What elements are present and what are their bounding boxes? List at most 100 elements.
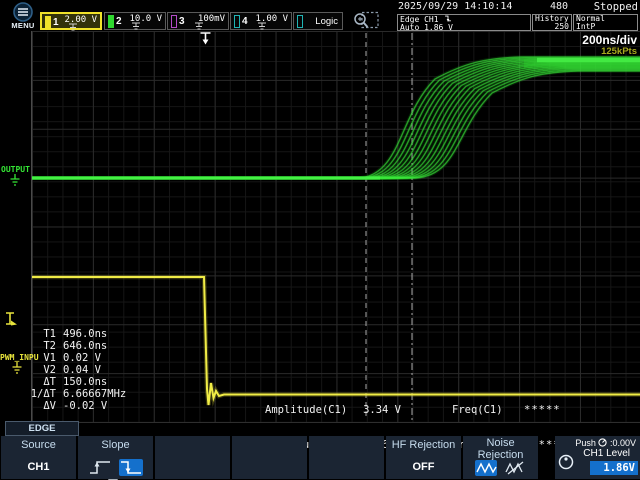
hamburger-icon xyxy=(13,2,33,22)
channel3-number: 3 xyxy=(179,16,185,27)
cursor-readout: T1 496.0ns T2 646.0ns V1 0.02 V V2 0.04 V ΔT… xyxy=(2,328,127,412)
slope-falling-button[interactable] xyxy=(118,459,143,476)
trigger-level-marker[interactable] xyxy=(4,311,18,327)
source-label: Source xyxy=(21,439,56,451)
push-hint: Push :0.00V xyxy=(575,438,636,448)
ch2-output-trace xyxy=(32,63,640,179)
softkey-hf-rejection[interactable]: HF Rejection OFF xyxy=(386,436,461,479)
slope-label: Slope xyxy=(101,439,130,451)
ch2-output-trace xyxy=(32,57,640,179)
softkey-noise-rejection: Noise Rejection xyxy=(463,436,538,479)
channel1-color-bar xyxy=(45,16,51,29)
coupling-icon xyxy=(132,22,140,30)
hf-rejection-label: HF Rejection xyxy=(391,439,456,451)
ch2-output-trace-glow xyxy=(32,55,640,180)
ch2-output-trace-glow xyxy=(32,68,640,180)
ch2-output-trace xyxy=(32,58,640,179)
menu-button[interactable]: MENU xyxy=(7,2,39,30)
channel4-color-bar xyxy=(234,15,240,28)
softkey-empty-2 xyxy=(232,436,307,479)
ch2-output-trace xyxy=(32,61,640,179)
ch2-output-trace-glow xyxy=(32,59,640,180)
channel2-color-bar xyxy=(108,15,114,28)
channel3-color-bar xyxy=(171,15,177,28)
softkey-empty-3 xyxy=(309,436,384,479)
trigger-level-value[interactable]: 1.86V xyxy=(590,461,638,475)
noise-rejection-label-1: Noise xyxy=(486,437,515,449)
channel-box-4[interactable]: 4 1.00 V xyxy=(230,12,292,30)
ch2-output-trace-glow xyxy=(32,62,640,180)
readout-line: ΔT 150.0ns xyxy=(43,376,108,388)
ch2-output-trace-glow xyxy=(32,64,640,180)
datetime: 2025/09/29 14:10:14 xyxy=(398,1,513,12)
level-knob-panel: Push :0.00V CH1 Level 1.86V xyxy=(555,436,640,479)
trigger-settings-box[interactable]: Edge CH1 Auto 1.86 V xyxy=(397,14,531,32)
oscilloscope-screen: MENU 1 2.00 V 2 10.0 V 3 100mV 4 1.00 V … xyxy=(0,0,640,480)
trigger-menu-tab: EDGE xyxy=(5,421,79,436)
logic-label: Logic xyxy=(315,16,338,27)
acquisition-count: 480 xyxy=(549,1,568,12)
channel1-number: 1 xyxy=(53,17,59,28)
coupling-icon xyxy=(258,22,266,30)
history-box[interactable]: History 250 xyxy=(532,14,572,31)
ch2-output-trace xyxy=(32,64,640,179)
source-value: CH1 xyxy=(27,461,50,473)
coupling-icon xyxy=(69,23,77,31)
ch2-ground-icon xyxy=(10,174,20,186)
readout-line: V1 0.02 V xyxy=(43,352,101,364)
ch2-output-trace-glow xyxy=(32,67,640,180)
coupling-icon xyxy=(195,22,203,30)
acquisition-mode-box[interactable]: Normal IntP 62.5GS/s xyxy=(573,14,638,39)
ch2-output-trace xyxy=(32,68,640,179)
readout-line: T2 646.0ns xyxy=(43,340,108,352)
readout-line: ΔV -0.02 V xyxy=(43,400,108,412)
wave-crossed-icon xyxy=(505,461,524,475)
ch2-output-trace xyxy=(32,69,640,179)
channel2-number: 2 xyxy=(116,16,122,27)
run-state: Stopped xyxy=(593,1,638,13)
history-value: 250 xyxy=(554,22,569,31)
timebase-readout: 200ns/div xyxy=(582,33,637,47)
hf-rejection-value: OFF xyxy=(412,461,435,473)
noise-reject-low-button[interactable] xyxy=(475,460,498,476)
ch2-output-trace-glow xyxy=(32,69,640,180)
logic-box[interactable]: Logic xyxy=(293,12,343,30)
amp-c1: Amplitude(C1) 3.34 V xyxy=(265,404,401,416)
falling-edge-icon xyxy=(445,15,452,22)
ch2-output-trace-glow xyxy=(32,63,640,180)
channel-box-1[interactable]: 1 2.00 V xyxy=(40,12,102,31)
channel-box-3[interactable]: 3 100mV xyxy=(167,12,229,30)
noisy-wave-icon xyxy=(476,462,497,474)
ch2-output-trace-glow xyxy=(32,61,640,180)
freq-c1: Freq(C1) ***** xyxy=(452,404,561,416)
record-length-readout: 125kPts xyxy=(601,46,637,57)
readout-line: T1 496.0ns xyxy=(43,328,108,340)
knob-push-icon xyxy=(598,438,608,447)
noise-reject-off-button[interactable] xyxy=(504,460,526,476)
softkey-empty-1 xyxy=(155,436,230,479)
ch2-output-trace-glow xyxy=(32,57,640,180)
channel-box-2[interactable]: 2 10.0 V xyxy=(104,12,166,30)
logic-color-bar xyxy=(297,15,303,28)
menu-label: MENU xyxy=(11,21,35,30)
ch2-output-trace xyxy=(32,56,640,179)
ch2-output-trace-glow xyxy=(32,66,640,180)
slope-rising-button[interactable] xyxy=(88,459,112,476)
ch2-output-trace-glow xyxy=(32,58,640,180)
ch2-output-trace-glow xyxy=(32,56,640,180)
falling-edge-icon xyxy=(120,461,141,474)
channel4-number: 4 xyxy=(242,16,248,27)
rising-edge-icon xyxy=(90,461,111,474)
readout-line: V2 0.04 V xyxy=(43,364,101,376)
ch2-output-trace-glow xyxy=(32,60,640,180)
ch2-output-trace xyxy=(32,66,640,179)
ch2-output-trace xyxy=(32,70,640,179)
ch2-output-trace xyxy=(32,60,640,179)
ch2-output-trace xyxy=(32,62,640,179)
level-knob-icon[interactable] xyxy=(558,454,574,470)
softkey-source[interactable]: Source CH1 xyxy=(1,436,76,479)
ch2-trace-label: OUTPUT xyxy=(1,165,30,174)
trigger-position-marker[interactable] xyxy=(199,32,212,46)
zoom-search-icon[interactable] xyxy=(352,11,380,31)
ch2-output-trace xyxy=(32,67,640,179)
